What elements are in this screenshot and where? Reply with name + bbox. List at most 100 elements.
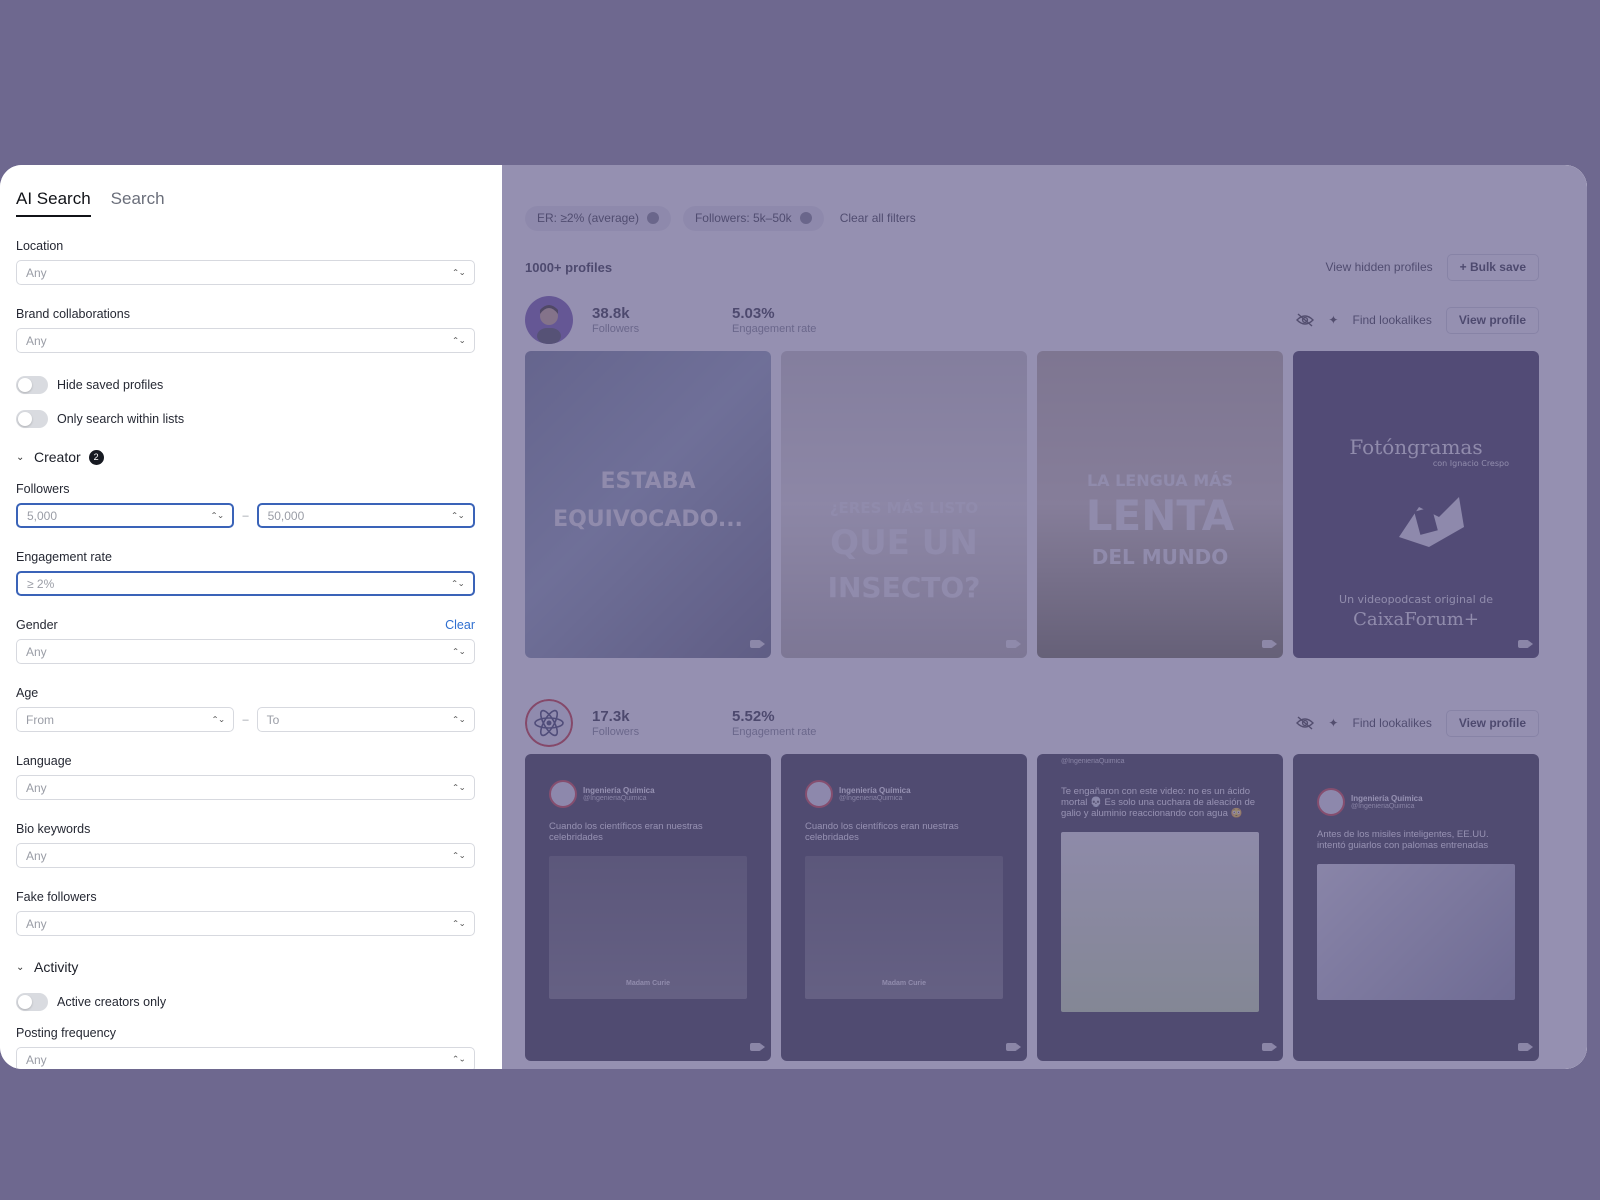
followers-max-value: 50,000 xyxy=(267,508,305,523)
bulk-save-button[interactable]: + Bulk save xyxy=(1446,253,1539,281)
engagement-select[interactable]: ≥ 2% ⌃⌄ xyxy=(16,571,475,596)
post-account: Ingeniería Química @IngenieriaQuimica xyxy=(549,780,747,808)
find-lookalikes-link[interactable]: Find lookalikes xyxy=(1352,313,1431,327)
chevron-down-icon: ⌄ xyxy=(16,961,25,973)
followers-value: 38.8k xyxy=(592,305,630,322)
post-preview: Ingeniería Química @IngenieriaQuimica Cua… xyxy=(805,780,1003,999)
engagement-label-text: Engagement rate xyxy=(16,550,112,564)
content-tile[interactable]: @IngenieriaQuimica Te engañaron con este… xyxy=(1037,754,1283,1061)
active-only-label: Active creators only xyxy=(57,994,167,1009)
post-avatar xyxy=(805,780,833,808)
post-image xyxy=(1317,863,1515,1000)
age-to-select[interactable]: To ⌃⌄ xyxy=(256,707,475,732)
content-tile[interactable]: Fotóngramas con Ignacio Crespo Un videop… xyxy=(1293,351,1539,658)
creator-section-header[interactable]: ⌄ Creator 2 xyxy=(16,448,475,466)
tile-title-line: DEL MUNDO xyxy=(1091,545,1229,569)
bio-keywords-select[interactable]: Any ⌃⌄ xyxy=(16,843,475,868)
hide-eye-icon[interactable] xyxy=(1296,716,1315,730)
content-grid: ESTABA EQUIVOCADO... ¿ERES MÁS LISTO QUE… xyxy=(525,351,1539,658)
only-lists-toggle[interactable] xyxy=(16,409,48,428)
select-arrows-icon: ⌃⌄ xyxy=(451,850,466,860)
posting-frequency-select[interactable]: Any ⌃⌄ xyxy=(16,1047,475,1069)
fake-followers-select[interactable]: Any ⌃⌄ xyxy=(16,911,475,936)
select-arrows-icon: ⌃⌄ xyxy=(450,578,465,588)
gender-clear-link[interactable]: Clear xyxy=(445,618,475,633)
hide-eye-icon[interactable] xyxy=(1296,313,1315,327)
only-lists-label: Only search within lists xyxy=(57,411,185,426)
post-image-caption: Madam Curie xyxy=(626,979,670,987)
creator-actions: ✦ Find lookalikes View profile xyxy=(1296,306,1539,334)
post-preview: Ingeniería Química @IngenieriaQuimica Ant… xyxy=(1317,788,1515,1000)
view-hidden-profiles-link[interactable]: View hidden profiles xyxy=(1325,260,1432,274)
content-tile[interactable]: LA LENGUA MÁS LENTA DEL MUNDO xyxy=(1037,351,1283,658)
remove-chip-icon[interactable] xyxy=(799,212,812,224)
brand-collaborations-value: Any xyxy=(26,333,47,348)
content-tile[interactable]: ¿ERES MÁS LISTO QUE UN INSECTO? xyxy=(781,351,1027,658)
followers-filter: Followers 5,000 ⌃⌄ – 50,000 ⌃⌄ xyxy=(16,482,475,528)
followers-min-input[interactable]: 5,000 ⌃⌄ xyxy=(16,503,235,528)
hide-saved-row: Hide saved profiles xyxy=(16,375,475,394)
results-panel: ER: ≥2% (average) Followers: 5k–50k Clea… xyxy=(501,165,1587,1069)
content-tile[interactable]: Ingeniería Química @IngenieriaQuimica Cua… xyxy=(781,754,1027,1061)
avatar[interactable] xyxy=(525,296,573,344)
creator-card: 17.3k Followers 5.52% Engagement rate ✦ … xyxy=(525,698,1539,1061)
active-only-toggle[interactable] xyxy=(16,992,48,1011)
video-icon xyxy=(1006,1043,1021,1051)
language-select[interactable]: Any ⌃⌄ xyxy=(16,775,475,800)
creator-header: 38.8k Followers 5.03% Engagement rate ✦ … xyxy=(525,295,1539,345)
select-arrows-icon: ⌃⌄ xyxy=(451,267,466,277)
view-profile-button[interactable]: View profile xyxy=(1445,709,1539,737)
engagement-stat: 5.52% Engagement rate xyxy=(732,708,872,738)
creator-header: 17.3k Followers 5.52% Engagement rate ✦ … xyxy=(525,698,1539,748)
view-profile-button[interactable]: View profile xyxy=(1445,306,1539,334)
gender-filter: Gender Clear Any ⌃⌄ xyxy=(16,618,475,664)
filter-chip-er[interactable]: ER: ≥2% (average) xyxy=(525,205,671,231)
age-from-value: From xyxy=(26,712,54,727)
content-tile[interactable]: Ingeniería Química @IngenieriaQuimica Ant… xyxy=(1293,754,1539,1061)
remove-chip-icon[interactable] xyxy=(646,212,659,224)
select-arrows-icon: ⌃⌄ xyxy=(451,918,466,928)
sparkle-icon: ✦ xyxy=(1328,716,1339,730)
followers-range: 5,000 ⌃⌄ – 50,000 ⌃⌄ xyxy=(16,503,475,528)
filter-chip-followers[interactable]: Followers: 5k–50k xyxy=(682,205,824,231)
brand-collaborations-select[interactable]: Any ⌃⌄ xyxy=(16,328,475,353)
fake-followers-value: Any xyxy=(26,916,47,931)
find-lookalikes-link[interactable]: Find lookalikes xyxy=(1352,716,1431,730)
language-label: Language xyxy=(16,754,475,769)
hide-saved-toggle[interactable] xyxy=(16,375,48,394)
fake-followers-filter: Fake followers Any ⌃⌄ xyxy=(16,890,475,936)
followers-min-value: 5,000 xyxy=(27,508,58,523)
bio-keywords-label: Bio keywords xyxy=(16,822,475,837)
brand-collaborations-label: Brand collaborations xyxy=(16,307,475,322)
results-toolbar: 1000+ profiles View hidden profiles + Bu… xyxy=(525,253,1539,281)
post-image xyxy=(1061,831,1259,1012)
content-tile[interactable]: Ingeniería Química @IngenieriaQuimica Cua… xyxy=(525,754,771,1061)
range-dash: – xyxy=(242,509,249,522)
followers-max-input[interactable]: 50,000 ⌃⌄ xyxy=(256,503,475,528)
fake-followers-label-text: Fake followers xyxy=(16,890,97,904)
select-arrows-icon: ⌃⌄ xyxy=(211,714,225,724)
age-from-select[interactable]: From ⌃⌄ xyxy=(16,707,235,732)
location-value: Any xyxy=(26,265,47,280)
range-dash: – xyxy=(242,713,249,726)
bio-keywords-filter: Bio keywords Any ⌃⌄ xyxy=(16,822,475,868)
post-image-caption: Madam Curie xyxy=(882,979,926,987)
bio-keywords-value: Any xyxy=(26,848,47,863)
select-arrows-icon: ⌃⌄ xyxy=(451,646,466,656)
content-tile[interactable]: ESTABA EQUIVOCADO... xyxy=(525,351,771,658)
posting-frequency-label: Posting frequency xyxy=(16,1026,475,1041)
gender-select[interactable]: Any ⌃⌄ xyxy=(16,639,475,664)
atom-logo-icon xyxy=(525,699,573,747)
avatar[interactable] xyxy=(525,699,573,747)
clear-all-filters-link[interactable]: Clear all filters xyxy=(840,211,916,225)
creator-filter-count-badge: 2 xyxy=(88,449,104,465)
brand-collaborations-label-text: Brand collaborations xyxy=(16,307,130,321)
location-select[interactable]: Any ⌃⌄ xyxy=(16,260,475,285)
tab-ai-search[interactable]: AI Search xyxy=(16,189,91,217)
post-account-name: Ingeniería Química xyxy=(839,786,911,795)
posting-frequency-label-text: Posting frequency xyxy=(16,1026,117,1040)
tab-search[interactable]: Search xyxy=(111,189,165,217)
engagement-value: 5.52% xyxy=(732,708,775,725)
activity-section-header[interactable]: ⌄ Activity xyxy=(16,958,475,976)
post-account-handle: @IngenieriaQuimica xyxy=(839,795,903,802)
